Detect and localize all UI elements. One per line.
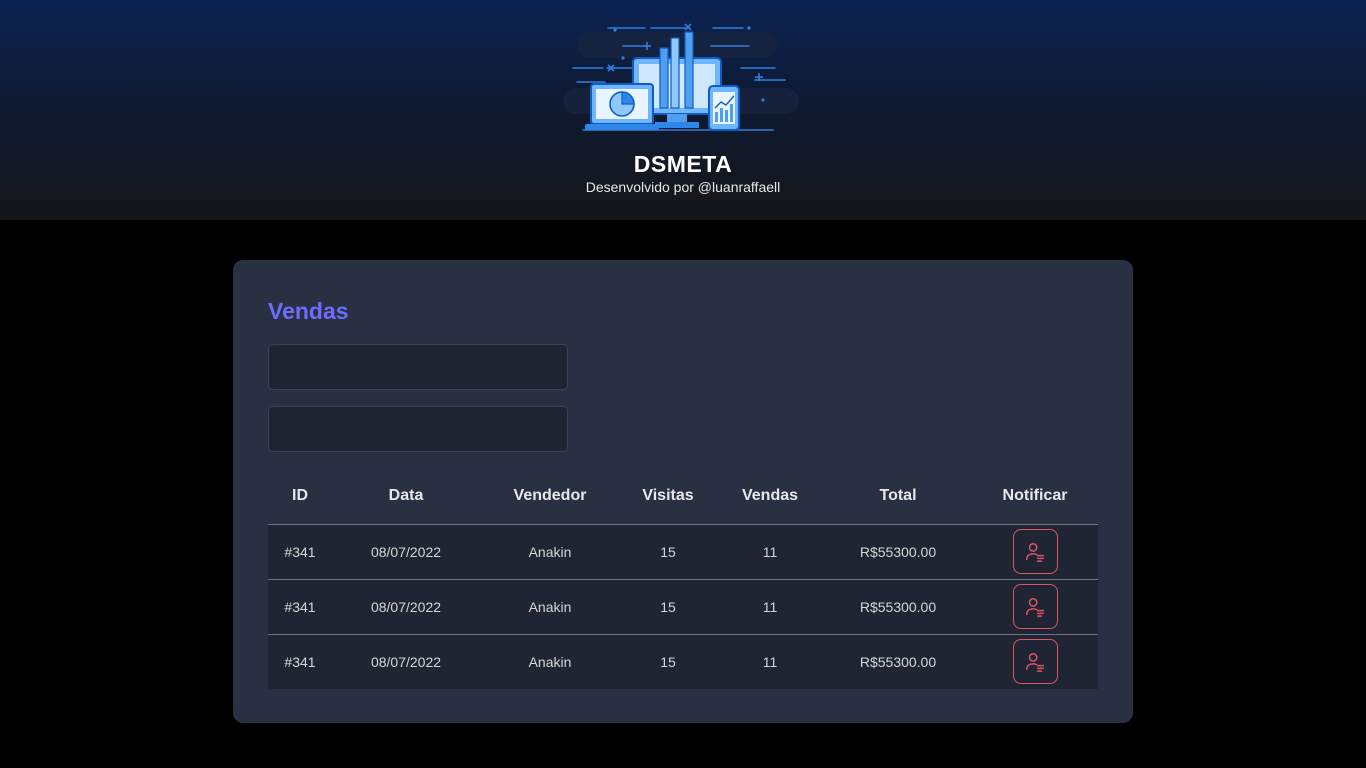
end-date-input[interactable] bbox=[268, 406, 568, 452]
notify-button[interactable] bbox=[1012, 529, 1058, 574]
table-row: #341 08/07/2022 Anakin 15 11 R$55300.00 bbox=[268, 524, 1098, 579]
cell-total: R$55300.00 bbox=[824, 578, 972, 634]
cell-sales: 11 bbox=[716, 578, 824, 634]
cell-visits: 15 bbox=[620, 524, 716, 579]
table-row: #341 08/07/2022 Anakin 15 11 R$55300.00 bbox=[268, 633, 1098, 689]
table-row: #341 08/07/2022 Anakin 15 11 R$55300.00 bbox=[268, 578, 1098, 634]
column-header-sales: Vendas bbox=[716, 468, 824, 525]
user-notify-icon bbox=[1026, 542, 1044, 562]
cell-date: 08/07/2022 bbox=[332, 524, 480, 579]
cell-visits: 15 bbox=[620, 578, 716, 634]
notify-button[interactable] bbox=[1012, 584, 1058, 629]
cell-visits: 15 bbox=[620, 633, 716, 689]
app-title: DSMETA bbox=[633, 151, 733, 177]
cell-seller: Anakin bbox=[480, 578, 620, 634]
cell-sales: 11 bbox=[716, 524, 824, 579]
analytics-devices-logo-icon bbox=[563, 23, 799, 131]
cell-date: 08/07/2022 bbox=[332, 578, 480, 634]
start-date-input[interactable] bbox=[268, 344, 568, 390]
column-header-date: Data bbox=[332, 468, 480, 525]
column-header-notify: Notificar bbox=[972, 468, 1098, 525]
cell-notify bbox=[972, 578, 1098, 634]
sales-table: ID Data Vendedor Visitas Vendas Total No… bbox=[268, 468, 1098, 689]
cell-id: #341 bbox=[268, 524, 332, 579]
cell-notify bbox=[972, 524, 1098, 579]
column-header-total: Total bbox=[824, 468, 972, 525]
cell-total: R$55300.00 bbox=[824, 633, 972, 689]
cell-seller: Anakin bbox=[480, 633, 620, 689]
table-header-row: ID Data Vendedor Visitas Vendas Total No… bbox=[268, 468, 1098, 525]
notify-button[interactable] bbox=[1012, 639, 1058, 685]
app-subtitle: Desenvolvido por @luanraffaell bbox=[585, 179, 781, 195]
cell-id: #341 bbox=[268, 578, 332, 634]
column-header-visits: Visitas bbox=[620, 468, 716, 525]
column-header-id: ID bbox=[268, 468, 332, 525]
user-notify-icon bbox=[1026, 597, 1044, 617]
sales-card: Vendas ID Data Vendedor Visitas Vendas T… bbox=[233, 260, 1133, 723]
app-header: DSMETA Desenvolvido por @luanraffaell bbox=[0, 0, 1366, 220]
cell-date: 08/07/2022 bbox=[332, 633, 480, 689]
cell-id: #341 bbox=[268, 633, 332, 689]
cell-seller: Anakin bbox=[480, 524, 620, 579]
cell-total: R$55300.00 bbox=[824, 524, 972, 579]
cell-notify bbox=[972, 633, 1098, 689]
column-header-seller: Vendedor bbox=[480, 468, 620, 525]
sales-title: Vendas bbox=[268, 298, 349, 324]
cell-sales: 11 bbox=[716, 633, 824, 689]
user-notify-icon bbox=[1026, 652, 1044, 672]
